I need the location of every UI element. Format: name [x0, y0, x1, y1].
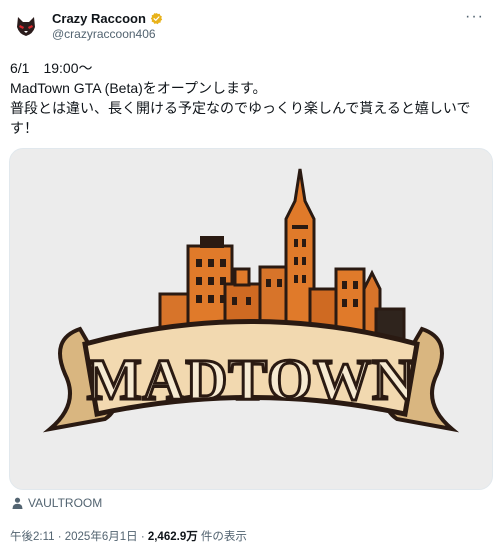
- tweet-timestamp[interactable]: 午後2:11 · 2025年6月1日 ·: [10, 531, 148, 543]
- tweet-line: 6/1 19:00～: [10, 60, 93, 76]
- more-options-icon[interactable]: ···: [465, 8, 484, 26]
- tweet-meta: 午後2:11 · 2025年6月1日 · 2,462.9万 件の表示: [10, 528, 247, 544]
- tweet-header: Crazy Raccoon @crazyraccoon406: [14, 7, 163, 45]
- author-display-name[interactable]: Crazy Raccoon: [52, 11, 146, 27]
- raccoon-logo-icon: [17, 17, 35, 36]
- tweet-line: 普段とは違い、長く開ける予定なのでゆっくり楽しんで貰えると嬉しいで: [10, 100, 471, 116]
- madtown-logo-image: MADTOWN: [42, 168, 460, 433]
- person-icon: [12, 497, 23, 509]
- media-source[interactable]: VAULTROOM: [12, 496, 102, 510]
- tweet-line: MadTown GTA (Beta)をオープンします。: [10, 80, 267, 96]
- logo-text: MADTOWN: [87, 347, 415, 412]
- source-label: VAULTROOM: [28, 496, 103, 510]
- view-count: 2,462.9万: [147, 531, 198, 543]
- author-handle[interactable]: @crazyraccoon406: [52, 27, 163, 42]
- tweet-text: 6/1 19:00～ MadTown GTA (Beta)をオープンします。 普…: [10, 58, 490, 138]
- author-names: Crazy Raccoon @crazyraccoon406: [52, 11, 163, 42]
- author-avatar[interactable]: [14, 14, 38, 38]
- view-count-suffix: 件の表示: [197, 531, 247, 543]
- tweet-media-image[interactable]: MADTOWN: [9, 148, 493, 490]
- verified-badge-icon: [150, 12, 163, 25]
- tweet-line: す！: [10, 120, 38, 136]
